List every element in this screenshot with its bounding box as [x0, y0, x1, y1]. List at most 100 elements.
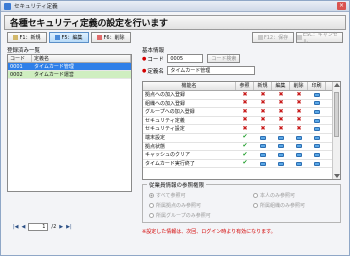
permission-cell-view[interactable]: ✖ — [236, 91, 254, 99]
first-page-button[interactable]: |◀ — [13, 224, 19, 230]
permission-function-name: キャッシュのクリア — [145, 152, 191, 159]
permission-cell-view[interactable]: ✖ — [236, 116, 254, 125]
permission-cell-delete[interactable]: ✖ — [290, 108, 308, 116]
permission-cell-delete[interactable]: ✖ — [290, 125, 308, 133]
page-number-input[interactable]: 1 — [28, 222, 49, 231]
column-header-edit: 編集 — [272, 82, 290, 90]
permission-row[interactable]: タイムカード実行終了 ✔ — [143, 159, 340, 169]
permission-cell-edit[interactable] — [272, 160, 290, 168]
cross-icon: ✖ — [242, 116, 248, 124]
scope-option-label: 所属拠点のみ参照可 — [156, 203, 202, 209]
permission-cell-new[interactable] — [254, 151, 272, 159]
last-page-button[interactable]: ▶| — [66, 224, 72, 230]
permission-function-name: タイムカード実行終了 — [145, 160, 195, 167]
permission-cell-edit[interactable]: ✖ — [272, 91, 290, 99]
scroll-up-icon[interactable] — [334, 83, 340, 87]
permission-cell-edit[interactable]: ✖ — [272, 125, 290, 133]
permission-cell-print[interactable] — [308, 143, 326, 151]
permission-cell-edit[interactable] — [272, 143, 290, 151]
list-item[interactable]: 0001 タイムカード管理 — [8, 63, 131, 71]
permission-cell-new[interactable] — [254, 134, 272, 142]
cancel-button[interactable]: ESC：キャンセル — [296, 32, 343, 45]
permission-cell-delete[interactable] — [290, 134, 308, 142]
permission-cell-new[interactable]: ✖ — [254, 108, 272, 116]
permission-cell-edit[interactable]: ✖ — [272, 99, 290, 108]
scroll-down-icon[interactable] — [334, 174, 340, 178]
permission-cell-view[interactable]: ✔ — [236, 159, 254, 168]
permission-cell-new[interactable]: ✖ — [254, 91, 272, 99]
scope-option-org[interactable]: 所属組織のみ参照可 — [253, 202, 305, 209]
scrollbar[interactable] — [332, 82, 340, 179]
registered-list-label: 登録済み一覧 — [7, 48, 41, 54]
permission-cell-view[interactable]: ✖ — [236, 108, 254, 116]
scope-option-label: 所属組織のみ参照可 — [260, 203, 306, 209]
permission-cell-edit[interactable] — [272, 134, 290, 142]
edit-button[interactable]: F5：編集 — [49, 32, 89, 43]
permission-cell-print[interactable] — [308, 160, 326, 168]
cross-icon: ✖ — [296, 116, 302, 124]
permission-cell-edit[interactable]: ✖ — [272, 116, 290, 125]
permission-cell-delete[interactable] — [290, 160, 308, 168]
cross-icon: ✖ — [278, 116, 284, 124]
code-field[interactable]: 0005 — [167, 54, 204, 63]
prev-page-button[interactable]: ◀ — [22, 224, 26, 230]
save-button[interactable]: F12：保存 — [252, 32, 294, 43]
permission-cell-edit[interactable]: ✖ — [272, 108, 290, 116]
permission-cell-print[interactable] — [308, 125, 326, 133]
scroll-thumb[interactable] — [334, 92, 339, 137]
basic-info-label: 基本情報 — [142, 48, 165, 54]
permission-cell-new[interactable]: ✖ — [254, 99, 272, 108]
new-button[interactable]: F1：新規 — [7, 32, 47, 43]
permission-cell-new[interactable]: ✖ — [254, 125, 272, 133]
scope-option-site[interactable]: 所属拠点のみ参照可 — [149, 202, 201, 209]
permission-cell-edit[interactable] — [272, 151, 290, 159]
close-icon[interactable]: × — [337, 2, 346, 10]
permission-cell-delete[interactable] — [290, 151, 308, 159]
permission-cell-view[interactable]: ✖ — [236, 125, 254, 133]
permission-cell-view[interactable]: ✔ — [236, 151, 254, 159]
permission-box-icon — [278, 135, 284, 140]
cross-icon: ✖ — [278, 124, 284, 132]
code-search-button[interactable]: コード検索 — [207, 54, 241, 63]
permission-box-icon — [314, 101, 320, 106]
permission-cell-view[interactable]: ✖ — [236, 99, 254, 108]
permission-cell-print[interactable] — [308, 117, 326, 125]
cross-icon: ✖ — [260, 107, 266, 115]
scope-option-self[interactable]: 本人のみ参照可 — [253, 192, 295, 199]
permission-cell-print[interactable] — [308, 134, 326, 142]
permission-box-icon — [314, 161, 320, 166]
permission-cell-view[interactable]: ✔ — [236, 142, 254, 151]
permission-cell-delete[interactable]: ✖ — [290, 99, 308, 108]
permission-cell-print[interactable] — [308, 100, 326, 108]
cross-icon: ✖ — [242, 90, 248, 98]
permission-box-icon — [260, 161, 266, 166]
app-window: セキュリティ定義 × 各種セキュリティ定義の設定を行います F1：新規 F5：編… — [0, 0, 350, 256]
permission-cell-print[interactable] — [308, 151, 326, 159]
next-page-button[interactable]: ▶ — [59, 224, 63, 230]
scope-option-group[interactable]: 所属グループのみ参照可 — [149, 212, 211, 219]
new-button-label: F1：新規 — [19, 35, 41, 41]
permission-box-icon — [296, 161, 302, 166]
name-field[interactable]: タイムカード管理 — [167, 66, 256, 75]
cross-icon: ✖ — [260, 90, 266, 98]
permission-cell-print[interactable] — [308, 108, 326, 116]
permission-cell-view[interactable]: ✔ — [236, 133, 254, 142]
permission-cell-new[interactable] — [254, 160, 272, 168]
cross-icon: ✖ — [242, 124, 248, 132]
list-item-name: タイムカード運営 — [34, 72, 74, 78]
permission-cell-delete[interactable]: ✖ — [290, 116, 308, 125]
cross-icon: ✖ — [296, 107, 302, 115]
app-icon — [4, 2, 11, 10]
permission-cell-new[interactable]: ✖ — [254, 116, 272, 125]
page-header: 各種セキュリティ定義の設定を行います — [4, 15, 346, 30]
permission-cell-delete[interactable]: ✖ — [290, 91, 308, 99]
scope-option-all[interactable]: すべて参照可 — [149, 192, 185, 199]
column-header-new: 新規 — [254, 82, 272, 90]
permission-cell-new[interactable] — [254, 143, 272, 151]
list-item[interactable]: 0002 タイムカード運営 — [8, 71, 131, 79]
code-label: コード — [147, 56, 164, 63]
permission-cell-delete[interactable] — [290, 143, 308, 151]
delete-button[interactable]: F6：削除 — [91, 32, 131, 43]
permission-box-icon — [314, 135, 320, 140]
permission-cell-print[interactable] — [308, 91, 326, 99]
